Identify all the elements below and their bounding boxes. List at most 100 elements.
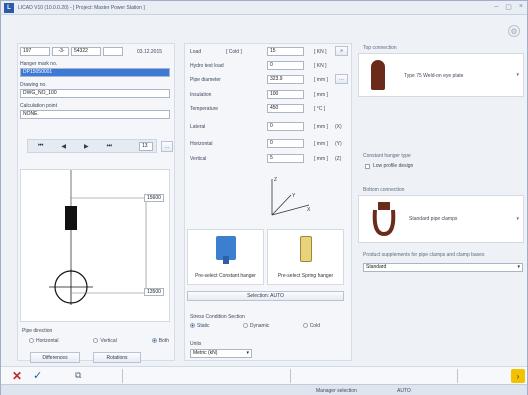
parameter-label: Hydro test load — [190, 63, 224, 69]
supplements-label: Product supplements for pipe clamps and … — [363, 252, 485, 258]
project-number-field[interactable]: 54322 — [71, 47, 101, 56]
pipe-direction-both[interactable]: Both — [151, 338, 169, 344]
next-button[interactable]: › — [511, 369, 525, 383]
hanger-body — [65, 206, 77, 230]
next-arrow-icon: › — [516, 371, 520, 381]
parameter-label: Load — [190, 49, 202, 55]
chevron-down-icon: ▾ — [516, 216, 519, 222]
preselect-spring-button[interactable]: Pre-select Spring hanger — [267, 229, 344, 285]
top-connection-value: Type 75 Weld-on eye plate — [404, 73, 464, 79]
close-window-icon[interactable]: × — [519, 3, 523, 11]
units-select[interactable]: Metric (kN) ▾ — [190, 349, 252, 358]
parameter-unit: [ mm ] — [314, 141, 328, 147]
parameter-sublabel: [ Cold ] — [226, 49, 242, 55]
weld-on-eye-plate-icon — [371, 60, 385, 90]
project-date: 03.12.2015 — [137, 49, 163, 55]
settings-gear-icon[interactable]: ⚙ — [508, 25, 520, 37]
load-options-button[interactable]: » — [335, 46, 348, 56]
parameter-label: Horizontal — [190, 141, 213, 147]
close-icon[interactable]: ✕ — [12, 369, 22, 383]
parameter-value-field[interactable]: 323.9 — [267, 75, 304, 84]
stress-static[interactable]: Static — [190, 323, 210, 329]
hanger-mark-label: Hanger mark no. — [20, 61, 58, 67]
pipe-diameter-lookup-button[interactable]: … — [335, 74, 348, 84]
dimension-top-value[interactable]: 15600 — [144, 194, 164, 202]
minimize-icon[interactable]: – — [494, 3, 498, 11]
parameter-value-field[interactable]: 0 — [267, 139, 304, 148]
toolbar-divider — [290, 369, 291, 383]
previous-record-icon[interactable]: ◀ — [61, 143, 66, 150]
parameter-unit: [ mm ] — [314, 156, 328, 162]
calc-point-label: Calculation point — [20, 103, 57, 109]
low-profile-checkbox[interactable]: Low profile design — [365, 163, 413, 169]
radio-icon — [302, 323, 308, 329]
maximize-icon[interactable]: ▢ — [505, 3, 512, 11]
next-record-icon[interactable]: ▶ — [84, 143, 89, 150]
parameter-value-field[interactable]: 100 — [267, 90, 304, 99]
chevron-down-icon: ▾ — [517, 264, 520, 270]
last-record-icon[interactable]: ⏭ — [107, 143, 112, 150]
parameter-unit: [ °C ] — [314, 106, 326, 112]
status-bar: Manager selection AUTO — [1, 384, 527, 395]
pipe-direction-horizontal[interactable]: Horizontal — [29, 338, 59, 344]
parameter-label: Insulation — [190, 92, 212, 98]
chevron-down-icon: ▾ — [516, 72, 519, 78]
checkbox-icon — [365, 163, 370, 169]
parameter-axis-tag: (X) — [335, 124, 342, 130]
toolbar-divider — [457, 369, 458, 383]
parameter-value-field[interactable]: 450 — [267, 104, 304, 113]
radio-icon — [93, 338, 99, 344]
units-label: Units — [190, 341, 202, 347]
stress-cold[interactable]: Cold — [302, 323, 320, 329]
preselect-constant-label: Pre-select Constant hanger — [195, 273, 256, 279]
spring-hanger-icon — [299, 236, 312, 262]
selection-mode-button[interactable]: Selection: AUTO — [187, 291, 344, 301]
bottom-connection-card[interactable]: Standard pipe clamps ▾ — [358, 195, 524, 243]
bottom-connection-value: Standard pipe clamps — [409, 216, 458, 222]
axis-x-label: X — [307, 207, 311, 213]
supplements-select[interactable]: Standard ▾ — [363, 263, 523, 272]
pipe-direction-vertical[interactable]: Vertical — [93, 338, 117, 344]
parameter-label: Temperature — [190, 106, 219, 112]
axis-indicator: Z Y X — [271, 177, 311, 216]
rotations-button[interactable]: Rotations — [93, 352, 141, 363]
axis-z-label: Z — [274, 177, 277, 183]
top-connection-card[interactable]: Type 75 Weld-on eye plate ▾ — [358, 53, 524, 97]
parameter-value-field[interactable]: 15 — [267, 47, 304, 56]
record-number-field[interactable]: 13 — [139, 142, 153, 151]
accept-check-icon[interactable]: ✓ — [33, 369, 42, 382]
window-controls: – ▢ × — [494, 3, 523, 11]
hanger-mark-field[interactable]: DP15050001 — [20, 68, 170, 77]
parameter-value-field[interactable]: 0 — [267, 61, 304, 70]
differences-button[interactable]: Differences — [30, 352, 80, 363]
parameter-unit: [ mm ] — [314, 124, 328, 130]
bottom-toolbar: ✕ ✓ ⧉ › — [1, 366, 527, 384]
radio-selected-icon — [151, 338, 157, 344]
pipe-direction-label: Pipe direction — [22, 328, 53, 334]
record-more-button[interactable]: … — [161, 141, 173, 152]
project-extra-field[interactable] — [103, 47, 123, 56]
parameter-value-field[interactable]: 0 — [267, 122, 304, 131]
dimension-bottom-value[interactable]: 13500 — [144, 288, 164, 296]
stress-condition-label: Stress Condition Section — [190, 314, 245, 320]
preselect-spring-label: Pre-select Spring hanger — [277, 273, 334, 279]
first-record-icon[interactable]: ⏮ — [38, 143, 43, 150]
app-logo-icon: L — [4, 2, 14, 13]
preselect-constant-button[interactable]: Pre-select Constant hanger — [187, 229, 264, 285]
toolbar-tool-icon[interactable]: ⧉ — [75, 370, 81, 381]
top-connection-label: Top connection — [363, 45, 397, 51]
project-separator-field[interactable]: -3- — [52, 47, 69, 56]
window-title: LICAD V10 (10.0.0.20) - [ Project: Maste… — [18, 4, 145, 11]
parameter-unit: [ mm ] — [314, 92, 328, 98]
parameter-axis-tag: (Z) — [335, 156, 342, 162]
parameter-unit: [ KN ] — [314, 63, 327, 69]
title-bar: L LICAD V10 (10.0.0.20) - [ Project: Mas… — [1, 1, 527, 15]
parameter-label: Vertical — [190, 156, 207, 162]
calc-point-field[interactable]: NONE — [20, 110, 170, 119]
parameter-value-field[interactable]: 5 — [267, 154, 304, 163]
hanger-drawing-svg — [49, 170, 147, 305]
project-id-field[interactable]: 197 — [20, 47, 50, 56]
stress-dynamic[interactable]: Dynamic — [242, 323, 269, 329]
parameter-label: Pipe diameter — [190, 77, 221, 83]
drawing-field[interactable]: DWG_NO_100 — [20, 89, 170, 98]
